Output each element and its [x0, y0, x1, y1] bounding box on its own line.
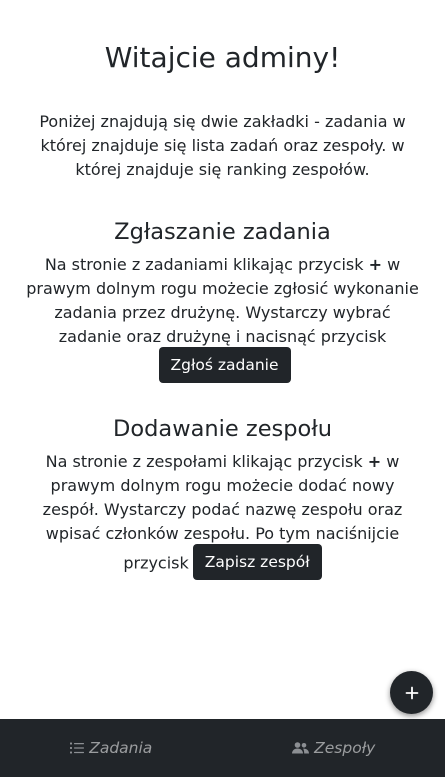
- section-text-teams-before: Na stronie z zespołami klikając przycisk: [45, 452, 363, 471]
- main-content: Witajcie adminy! Poniżej znajdują się dw…: [0, 0, 445, 582]
- section-text-teams: Na stronie z zespołami klikając przycisk…: [22, 450, 423, 582]
- add-button[interactable]: [390, 671, 433, 714]
- page-title: Witajcie adminy!: [104, 41, 341, 74]
- save-team-button[interactable]: Zapisz zespół: [192, 544, 322, 580]
- bottom-nav: Zadania Zespoły: [0, 719, 445, 777]
- report-task-button[interactable]: Zgłoś zadanie: [158, 347, 291, 383]
- section-text-tasks-before: Na stronie z zadaniami klikając przycisk: [44, 255, 364, 274]
- nav-item-tasks[interactable]: Zadania: [0, 719, 223, 777]
- section-title-teams: Dodawanie zespołu: [113, 416, 332, 442]
- nav-label-teams: Zespoły: [314, 739, 376, 757]
- nav-label-tasks: Zadania: [89, 739, 153, 757]
- plus-symbol: +: [367, 452, 382, 471]
- section-text-tasks: Na stronie z zadaniami klikając przycisk…: [22, 253, 423, 385]
- users-icon: [292, 742, 310, 754]
- plus-icon: [405, 686, 418, 699]
- intro-text: Poniżej znajdują się dwie zakładki - zad…: [39, 112, 406, 179]
- nav-item-teams[interactable]: Zespoły: [223, 719, 445, 777]
- list-icon: [70, 742, 85, 754]
- plus-symbol: +: [368, 255, 382, 274]
- section-title-tasks: Zgłaszanie zadania: [114, 219, 331, 245]
- page: Witajcie adminy! Poniżej znajdują się dw…: [0, 0, 445, 777]
